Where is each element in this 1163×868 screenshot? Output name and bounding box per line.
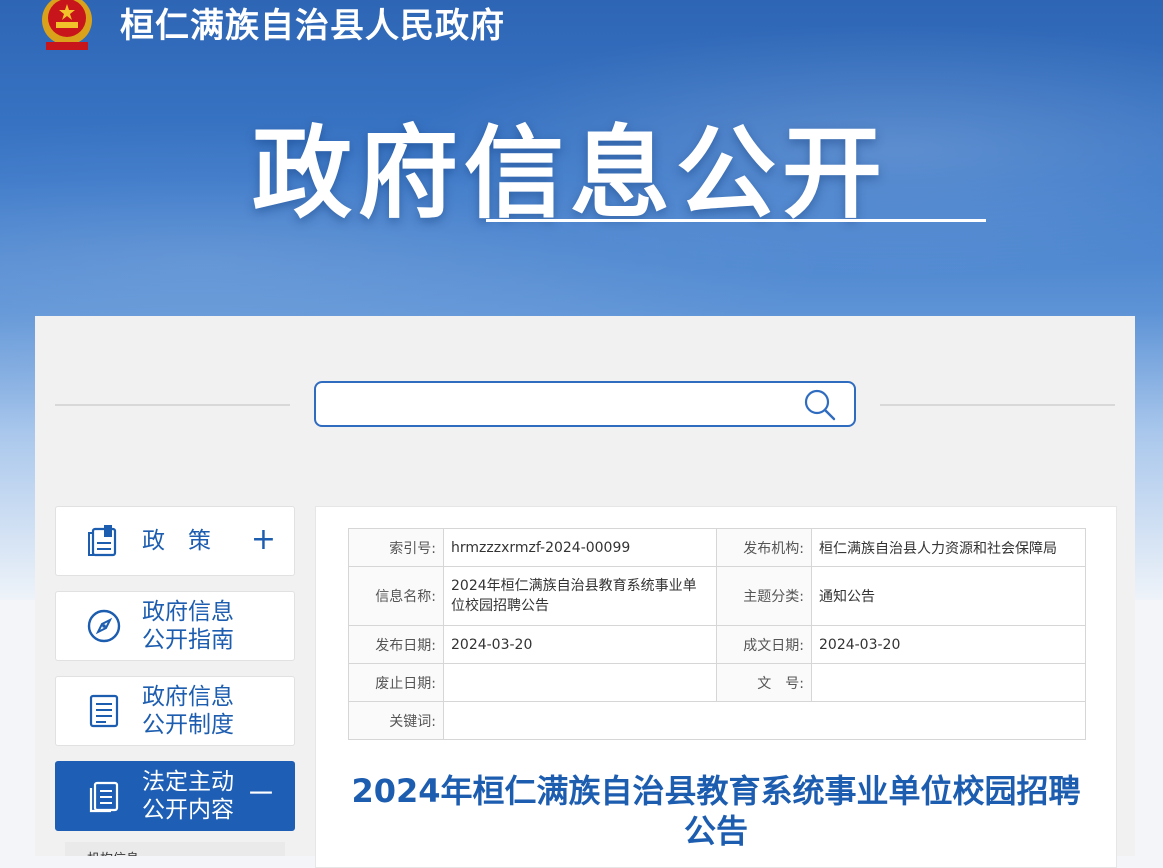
publisher-value: 桓仁满族自治县人力资源和社会保障局 (811, 528, 1086, 567)
table-row: 索引号: hrmzzzxrmzf-2024-00099 发布机构: 桓仁满族自治… (348, 528, 1086, 567)
sidebar-item-statutory[interactable]: 法定主动 公开内容 － (55, 761, 295, 831)
doc-number-label: 文 号: (716, 663, 812, 702)
list-doc-icon (89, 694, 119, 728)
index-value: hrmzzzxrmzf-2024-00099 (443, 528, 717, 567)
label-line-2: 公开制度 (142, 712, 234, 738)
sidebar-item-label: 政府信息 公开制度 (142, 683, 234, 739)
topic-value: 通知公告 (811, 566, 1086, 626)
sidebar-item-system[interactable]: 政府信息 公开制度 (55, 676, 295, 746)
expire-date-value (443, 663, 717, 702)
collapse-icon[interactable]: － (246, 778, 276, 812)
divider-right (880, 404, 1115, 406)
label-line-2: 公开内容 (142, 797, 234, 823)
search-icon[interactable] (804, 389, 836, 421)
sidebar-item-policy[interactable]: 政 策 + (55, 506, 295, 576)
search-input[interactable] (326, 389, 800, 421)
expand-icon[interactable]: + (251, 523, 276, 557)
topic-label: 主题分类: (716, 566, 812, 626)
table-row: 关键词: (348, 701, 1086, 740)
table-row: 废止日期: 文 号: (348, 663, 1086, 702)
compass-icon (87, 609, 121, 643)
search-box (314, 381, 856, 427)
main-panel: 政 策 + 政府信息 公开指南 政府信息 公开制度 法定主动 公开内容 － 索引… (35, 316, 1135, 868)
label-line-1: 政府信息 (142, 599, 234, 625)
document-title: 2024年桓仁满族自治县教育系统事业单位校园招聘公告 (351, 772, 1081, 850)
divider-left (55, 404, 290, 406)
sidebar-item-guide[interactable]: 政府信息 公开指南 (55, 591, 295, 661)
expire-date-label: 废止日期: (348, 663, 444, 702)
publish-date-label: 发布日期: (348, 625, 444, 664)
section-title: 政府信息公开 (252, 115, 888, 232)
written-date-label: 成文日期: (716, 625, 812, 664)
sidebar-item-label: 政 策 (142, 528, 211, 554)
files-icon (89, 781, 119, 813)
title-underline (486, 219, 986, 222)
label-line-1: 法定主动 (142, 769, 234, 795)
label-line-1: 政府信息 (142, 684, 234, 710)
index-label: 索引号: (348, 528, 444, 567)
label-line-2: 公开指南 (142, 627, 234, 653)
table-row: 发布日期: 2024-03-20 成文日期: 2024-03-20 (348, 625, 1086, 664)
sidebar-item-label: 法定主动 公开内容 (142, 768, 234, 824)
publisher-label: 发布机构: (716, 528, 812, 567)
table-row: 信息名称: 2024年桓仁满族自治县教育系统事业单位校园招聘公告 主题分类: 通… (348, 566, 1086, 626)
publish-date-value: 2024-03-20 (443, 625, 717, 664)
sidebar-item-label: 政府信息 公开指南 (142, 598, 234, 654)
keywords-label: 关键词: (348, 701, 444, 740)
doc-number-value (811, 663, 1086, 702)
name-value: 2024年桓仁满族自治县教育系统事业单位校园招聘公告 (443, 566, 717, 626)
name-label: 信息名称: (348, 566, 444, 626)
metadata-table: 索引号: hrmzzzxrmzf-2024-00099 发布机构: 桓仁满族自治… (348, 528, 1086, 740)
book-icon (88, 525, 117, 557)
written-date-value: 2024-03-20 (811, 625, 1086, 664)
content-panel: 索引号: hrmzzzxrmzf-2024-00099 发布机构: 桓仁满族自治… (315, 506, 1117, 868)
site-name[interactable]: 桓仁满族自治县人民政府 (120, 0, 505, 47)
national-emblem-icon (42, 0, 92, 50)
keywords-value (443, 701, 1086, 740)
